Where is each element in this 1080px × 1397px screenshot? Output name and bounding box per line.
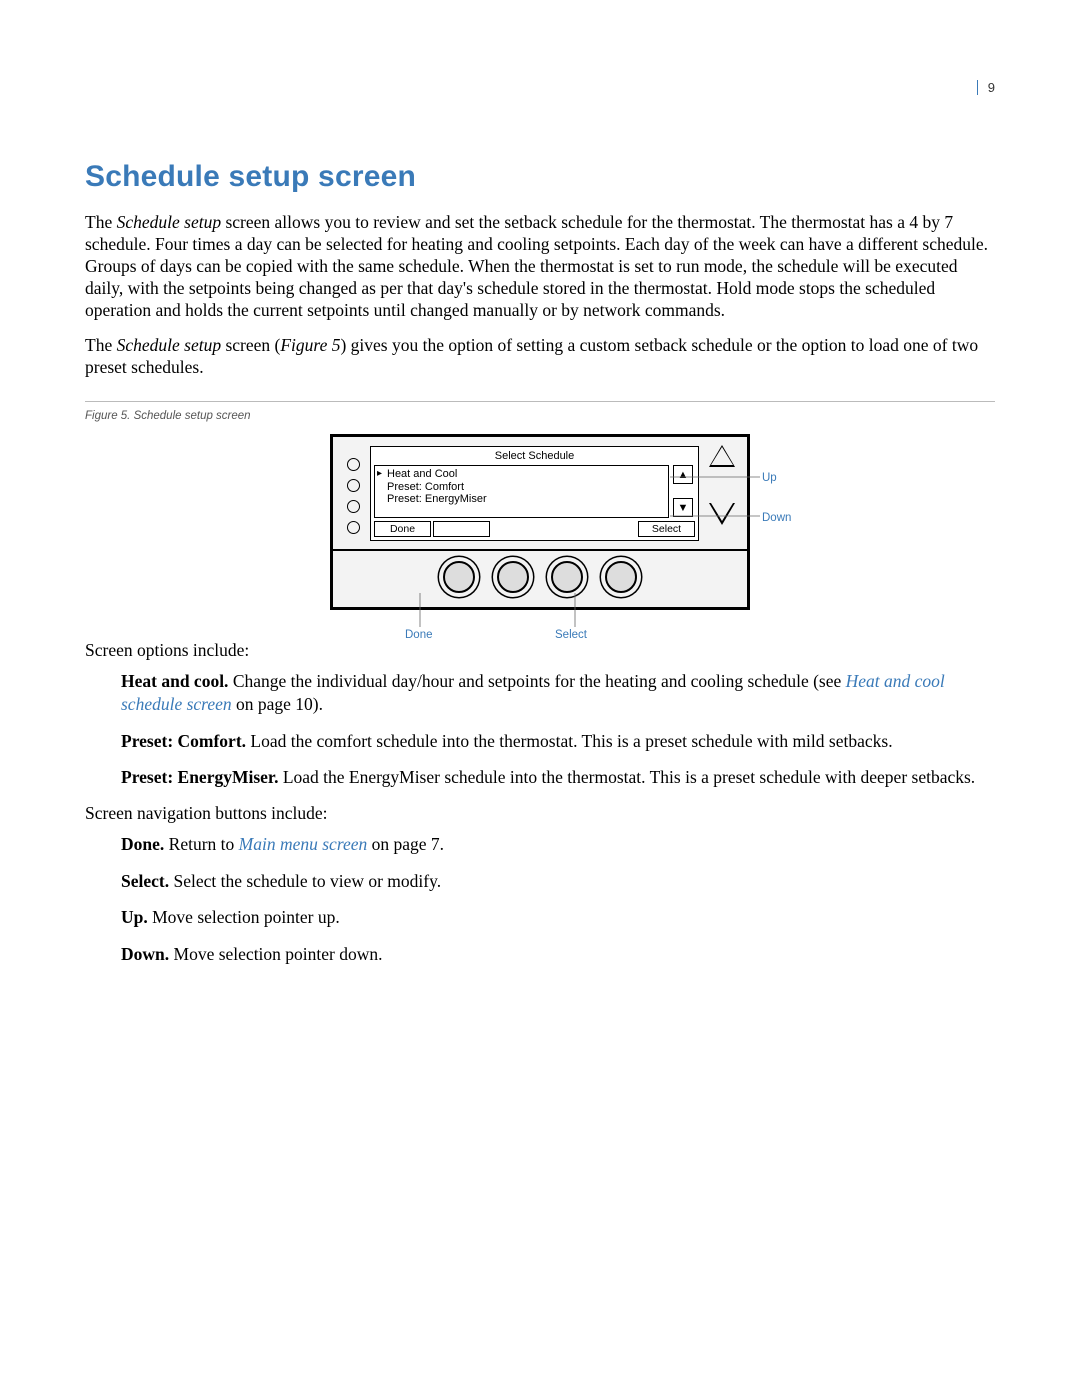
lcd-title: Select Schedule bbox=[371, 447, 698, 465]
options-intro: Screen options include: bbox=[85, 640, 995, 662]
callout-done: Done bbox=[405, 629, 433, 641]
device-illustration: Select Schedule Heat and Cool Preset: Co… bbox=[330, 434, 750, 610]
hard-button-4 bbox=[605, 561, 637, 593]
nav-select: Select. Select the schedule to view or m… bbox=[121, 870, 995, 893]
lcd-item: Heat and Cool bbox=[379, 468, 664, 481]
callout-select: Select bbox=[555, 629, 587, 641]
nav-down: Down. Move selection pointer down. bbox=[121, 943, 995, 966]
page-number: 9 bbox=[977, 80, 995, 95]
softkey-select: Select bbox=[638, 521, 695, 537]
indicator-dot bbox=[347, 500, 360, 513]
callout-down: Down bbox=[762, 512, 791, 524]
softkey-done: Done bbox=[374, 521, 431, 537]
option-preset-energymiser: Preset: EnergyMiser. Load the EnergyMise… bbox=[121, 766, 995, 789]
scroll-up-icon: ▲ bbox=[673, 465, 693, 484]
lcd-item: Preset: EnergyMiser bbox=[379, 493, 664, 506]
indicator-dot bbox=[347, 521, 360, 534]
scroll-down-icon: ▼ bbox=[673, 498, 693, 517]
hard-button-1 bbox=[443, 561, 475, 593]
indicator-dot bbox=[347, 458, 360, 471]
paragraph-1: The Schedule setup screen allows you to … bbox=[85, 212, 995, 321]
nav-done: Done. Return to Main menu screen on page… bbox=[121, 833, 995, 856]
link-main-menu[interactable]: Main menu screen bbox=[239, 834, 368, 854]
nav-intro: Screen navigation buttons include: bbox=[85, 803, 995, 825]
page-heading: Schedule setup screen bbox=[85, 160, 995, 194]
paragraph-2: The Schedule setup screen (Figure 5) giv… bbox=[85, 335, 995, 379]
hard-button-3 bbox=[551, 561, 583, 593]
option-preset-comfort: Preset: Comfort. Load the comfort schedu… bbox=[121, 730, 995, 753]
softkey-blank bbox=[433, 521, 490, 537]
figure-caption: Figure 5. Schedule setup screen bbox=[85, 410, 995, 422]
indicator-dot bbox=[347, 479, 360, 492]
lcd-screen: Select Schedule Heat and Cool Preset: Co… bbox=[370, 446, 699, 541]
option-heat-cool: Heat and cool. Change the individual day… bbox=[121, 670, 995, 716]
nav-up: Up. Move selection pointer up. bbox=[121, 906, 995, 929]
callout-up: Up bbox=[762, 472, 777, 484]
lcd-item: Preset: Comfort bbox=[379, 481, 664, 494]
hard-button-2 bbox=[497, 561, 529, 593]
